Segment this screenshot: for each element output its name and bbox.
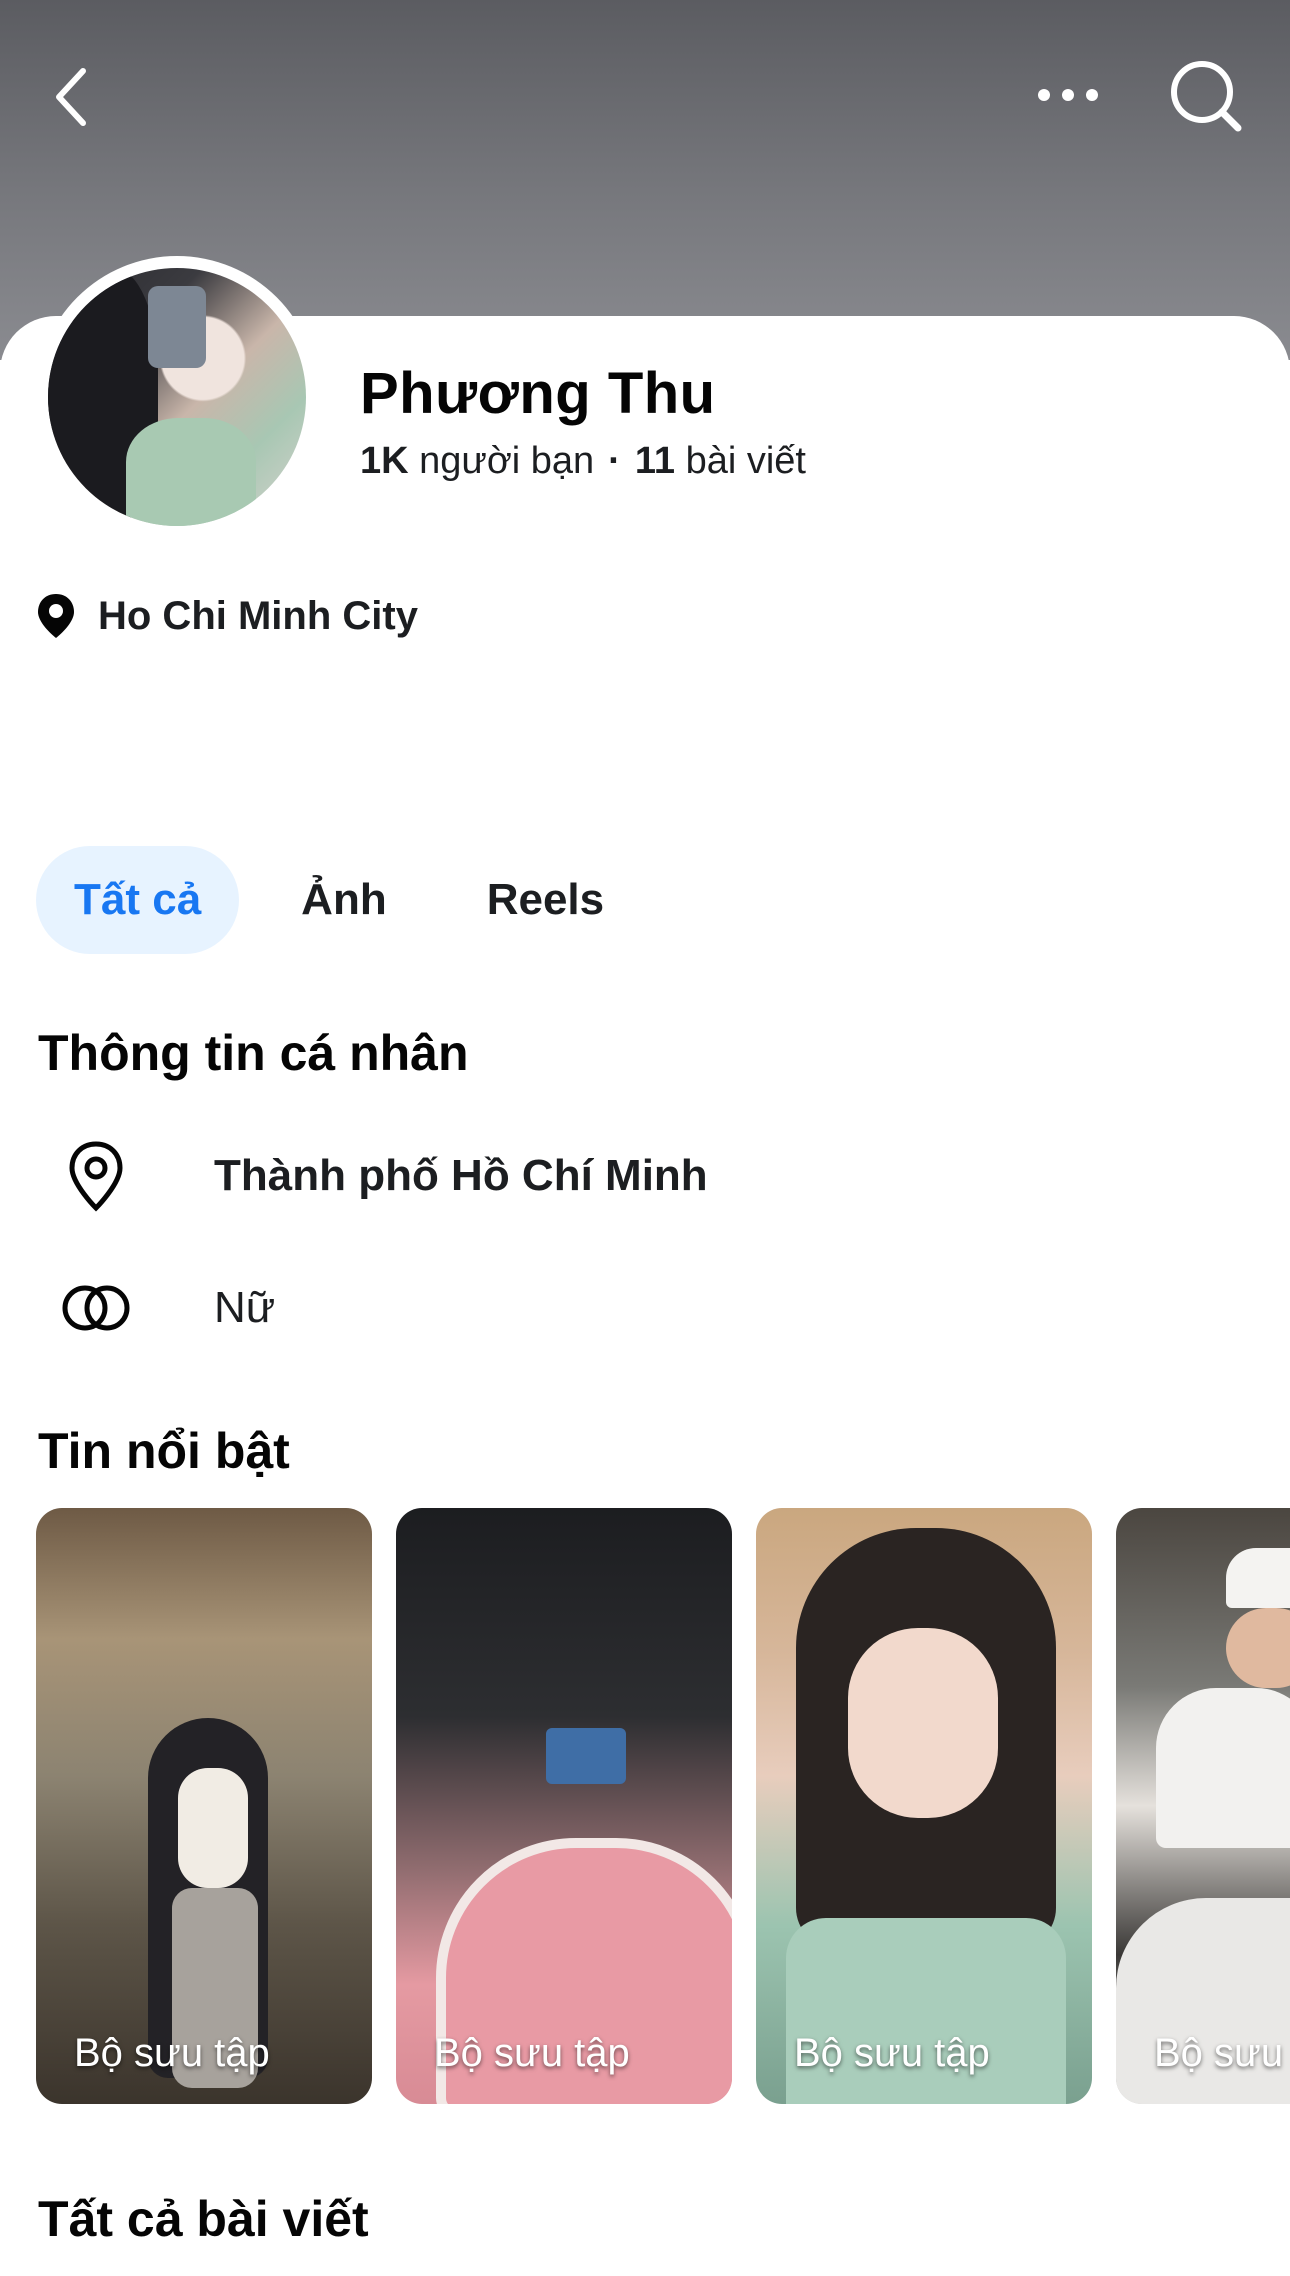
highlight-card[interactable]: Bộ sưu tập (36, 1508, 372, 2104)
location-pin-icon (38, 594, 74, 638)
chevron-left-icon (56, 68, 86, 126)
info-row-city: Thành phố Hồ Chí Minh (56, 1136, 708, 1216)
highlight-card[interactable]: Bộ sưu (1116, 1508, 1290, 2104)
more-horizontal-icon (1038, 89, 1098, 101)
tab-all[interactable]: Tất cả (36, 846, 240, 954)
profile-stats: 1K người bạn · 11 bài viết (360, 440, 806, 483)
location-row: Ho Chi Minh City (36, 588, 418, 644)
avatar[interactable] (36, 256, 318, 538)
highlight-label: Bộ sưu tập (74, 2031, 270, 2075)
location-text: Ho Chi Minh City (98, 593, 418, 638)
separator-dot: · (608, 440, 621, 482)
avatar-photo (48, 268, 306, 526)
highlight-label: Bộ sưu (1154, 2031, 1284, 2075)
highlight-card[interactable]: Bộ sưu tập (756, 1508, 1092, 2104)
search-button[interactable] (1160, 50, 1252, 142)
highlight-label: Bộ sưu tập (794, 2031, 990, 2075)
gender-rings-icon (62, 1285, 130, 1331)
friends-label[interactable]: người bạn (419, 440, 594, 482)
friends-count[interactable]: 1K (360, 440, 409, 482)
highlights-title: Tin nổi bật (38, 1423, 290, 1479)
tab-photos[interactable]: Ảnh (301, 846, 387, 954)
back-button[interactable] (36, 52, 106, 142)
posts-count: 11 (634, 440, 675, 482)
info-row-gender: Nữ (56, 1268, 275, 1348)
highlight-card[interactable]: Bộ sưu tập (396, 1508, 732, 2104)
posts-label: bài viết (685, 440, 806, 482)
highlight-label: Bộ sưu tập (434, 2031, 630, 2075)
search-icon (1171, 61, 1242, 132)
profile-name: Phương Thu (360, 361, 716, 426)
personal-info-title: Thông tin cá nhân (38, 1025, 469, 1081)
info-city-text: Thành phố Hồ Chí Minh (214, 1151, 708, 1200)
tab-reels[interactable]: Reels (487, 846, 604, 954)
profile-tabs: Tất cả Ảnh Reels (36, 846, 604, 954)
more-options-button[interactable] (1026, 60, 1110, 130)
location-pin-icon (69, 1141, 123, 1212)
info-gender-text: Nữ (214, 1283, 276, 1332)
highlights-carousel[interactable]: Bộ sưu tập Bộ sưu tập Bộ sưu tập Bộ sưu (36, 1508, 1290, 2104)
all-posts-title: Tất cả bài viết (38, 2191, 369, 2247)
